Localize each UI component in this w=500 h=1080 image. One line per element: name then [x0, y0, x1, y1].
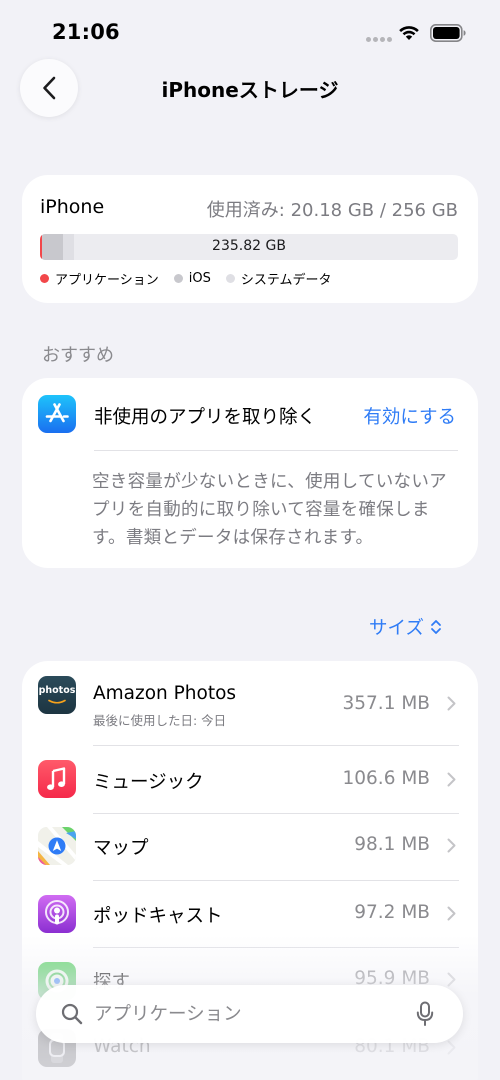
- chevron-right-icon: [447, 696, 456, 711]
- microphone-icon[interactable]: [416, 1001, 434, 1027]
- legend-item-system: システムデータ: [225, 269, 332, 288]
- recommendation-card: 非使用のアプリを取り除く 有効にする 空き容量が少ないときに、使用していないアプ…: [22, 378, 478, 568]
- search-bar[interactable]: [36, 985, 463, 1043]
- page-title: iPhoneストレージ: [161, 78, 339, 102]
- storage-used-text: 使用済み: 20.18 GB / 256 GB: [206, 200, 458, 221]
- legend-item-apps: アプリケーション: [40, 269, 159, 288]
- app-row-music[interactable]: ミュージック 106.6 MB: [22, 746, 478, 813]
- legend-dot-apps: [40, 273, 49, 283]
- recommendations-header: おすすめ: [42, 345, 114, 366]
- storage-free-text: 235.82 GB: [212, 238, 286, 254]
- legend-dot-system: [225, 273, 235, 283]
- app-name: ポッドキャスト: [93, 906, 223, 927]
- iphone-storage-screen: 21:06 iPhoneストレージ iPhone 使用済み: 20.18 GB …: [0, 0, 500, 1080]
- cellular-signal-icon: [366, 37, 392, 43]
- search-icon: [61, 1003, 83, 1025]
- storage-usage-bar: 235.82 GB: [40, 234, 458, 260]
- app-name: Amazon Photos: [93, 683, 237, 704]
- sort-label: サイズ: [369, 618, 424, 639]
- legend-label-apps: アプリケーション: [55, 272, 159, 288]
- maps-icon: [38, 827, 76, 865]
- amazon-photos-icon-text: photos: [38, 685, 76, 696]
- app-size: 357.1 MB: [342, 693, 431, 714]
- chevron-right-icon: [447, 838, 456, 853]
- storage-summary-card: iPhone 使用済み: 20.18 GB / 256 GB 235.82 GB…: [22, 175, 478, 303]
- app-row-podcasts[interactable]: ポッドキャスト 97.2 MB: [22, 881, 478, 948]
- divider: [94, 450, 458, 451]
- chevron-right-icon: [447, 772, 456, 787]
- battery-icon: [430, 24, 466, 42]
- enable-offload-button[interactable]: 有効にする: [363, 403, 456, 429]
- offload-apps-title: 非使用のアプリを取り除く: [94, 407, 317, 428]
- app-row-amazon-photos[interactable]: photos Amazon Photos 最後に使用した日: 今日 357.1 …: [22, 661, 478, 728]
- offload-apps-description: 空き容量が少ないときに、使用していないアプリを自動的に取り除いて容量を確保します…: [92, 472, 447, 548]
- app-name: ミュージック: [93, 772, 204, 793]
- legend-label-system: システムデータ: [240, 272, 332, 288]
- app-store-icon: [38, 395, 76, 433]
- search-input[interactable]: [94, 998, 394, 1030]
- chevron-right-icon: [447, 1040, 456, 1055]
- device-name: iPhone: [40, 196, 105, 218]
- storage-legend: アプリケーション iOS システムデータ: [40, 269, 346, 288]
- chevron-up-down-icon: [431, 620, 441, 634]
- wifi-icon: [399, 26, 419, 40]
- app-row-maps[interactable]: マップ 98.1 MB: [22, 814, 478, 881]
- podcasts-icon: [38, 895, 76, 933]
- sort-by-size-button[interactable]: サイズ: [369, 614, 442, 640]
- status-bar: 21:06: [0, 0, 500, 64]
- legend-item-ios: iOS: [173, 270, 211, 286]
- music-icon: [38, 760, 76, 798]
- chevron-right-icon: [447, 972, 456, 987]
- app-size: 97.2 MB: [354, 902, 430, 923]
- amazon-photos-icon: photos: [38, 676, 76, 714]
- app-name: マップ: [93, 838, 149, 859]
- legend-label-ios: iOS: [188, 270, 211, 286]
- legend-dot-ios: [173, 273, 183, 283]
- app-last-used: 最後に使用した日: 今日: [93, 713, 227, 728]
- status-time: 21:06: [52, 20, 120, 44]
- app-size: 98.1 MB: [354, 834, 430, 855]
- app-size: 106.6 MB: [342, 768, 431, 789]
- chevron-right-icon: [447, 906, 456, 921]
